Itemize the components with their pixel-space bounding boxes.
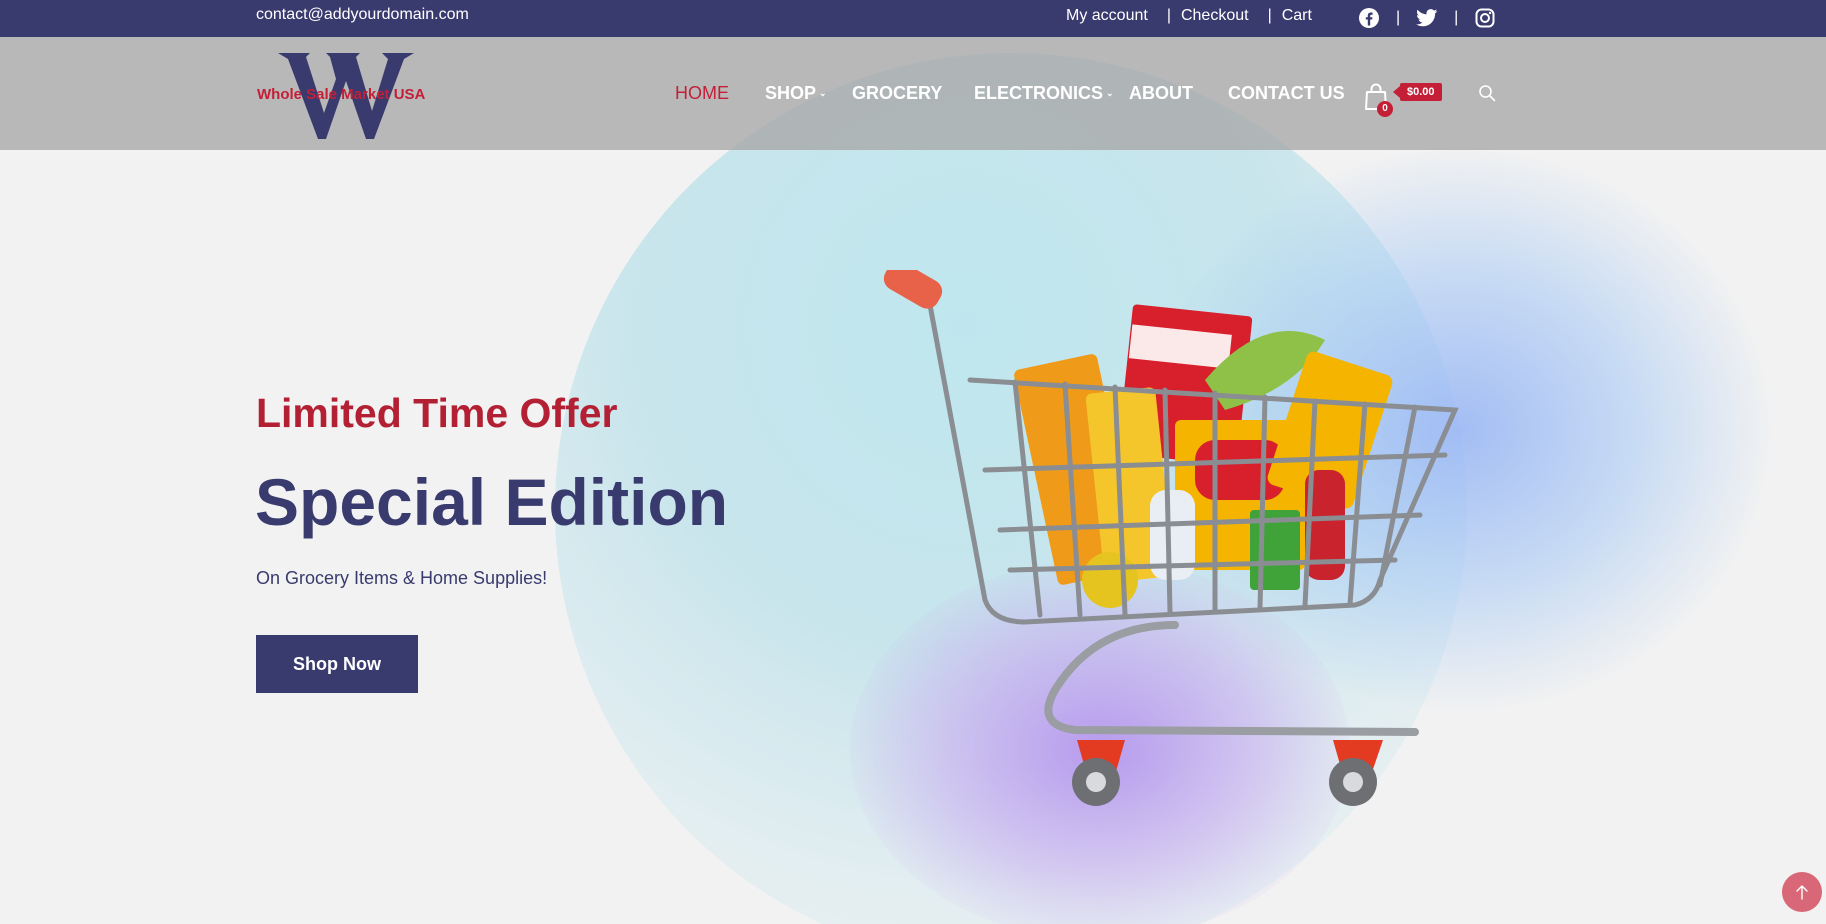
nav-contact-label: CONTACT US — [1228, 83, 1345, 103]
main-header: Whole Sale Market USA HOME SHOP ⌄ GROCERY… — [0, 37, 1826, 150]
nav-grocery-label: GROCERY — [852, 83, 943, 103]
cart-link[interactable]: Cart — [1282, 7, 1312, 25]
checkout-link[interactable]: Checkout — [1181, 7, 1249, 25]
cart-frame — [1044, 621, 1419, 736]
nav-about-label: ABOUT — [1129, 83, 1193, 103]
nav-about[interactable]: ABOUT — [1129, 83, 1193, 104]
nav-shop[interactable]: SHOP ⌄ — [765, 83, 827, 104]
link-separator: | — [1166, 7, 1171, 24]
account-links: My account | Checkout | Cart — [1066, 7, 1312, 25]
search-icon[interactable] — [1478, 84, 1498, 104]
nav-electronics[interactable]: ELECTRONICS ⌄ — [974, 83, 1114, 104]
chevron-down-icon: ⌄ — [1106, 88, 1114, 98]
hero-subtitle: On Grocery Items & Home Supplies! — [256, 568, 548, 588]
social-separator: | — [1396, 9, 1401, 26]
facebook-icon[interactable] — [1357, 7, 1381, 29]
link-separator: | — [1267, 7, 1272, 24]
hero-kicker: Limited Time Offer — [256, 390, 618, 436]
twitter-icon[interactable] — [1415, 7, 1439, 29]
cart-count-badge: 0 — [1377, 101, 1393, 117]
cart-handle — [883, 270, 943, 309]
back-to-top-button[interactable] — [1782, 872, 1822, 912]
social-separator: | — [1454, 9, 1459, 26]
top-bar: contact@addyourdomain.com My account | C… — [0, 0, 1826, 37]
chevron-down-icon: ⌄ — [819, 88, 827, 98]
cart-wheels — [1072, 740, 1383, 806]
nav-home[interactable]: HOME — [675, 83, 729, 104]
nav-home-label: HOME — [675, 83, 729, 103]
nav-contact[interactable]: CONTACT US — [1228, 83, 1345, 104]
my-account-link[interactable]: My account — [1066, 7, 1148, 25]
shopping-cart-illustration — [883, 270, 1459, 806]
shop-now-button[interactable]: Shop Now — [256, 635, 418, 693]
contact-email[interactable]: contact@addyourdomain.com — [256, 6, 469, 24]
nav-shop-label: SHOP — [765, 83, 817, 103]
cart-total-badge[interactable]: $0.00 — [1393, 83, 1442, 101]
nav-electronics-label: ELECTRONICS — [974, 83, 1104, 103]
social-links: | | — [1357, 7, 1497, 29]
arrow-up-icon — [1796, 885, 1808, 900]
header-cart[interactable]: 0 — [1363, 82, 1393, 117]
instagram-icon[interactable] — [1473, 7, 1497, 29]
logo-text: Whole Sale Market USA — [257, 86, 426, 103]
hero-title: Special Edition — [255, 465, 729, 539]
site-logo[interactable]: Whole Sale Market USA — [256, 51, 446, 141]
nav-grocery[interactable]: GROCERY — [852, 83, 942, 104]
